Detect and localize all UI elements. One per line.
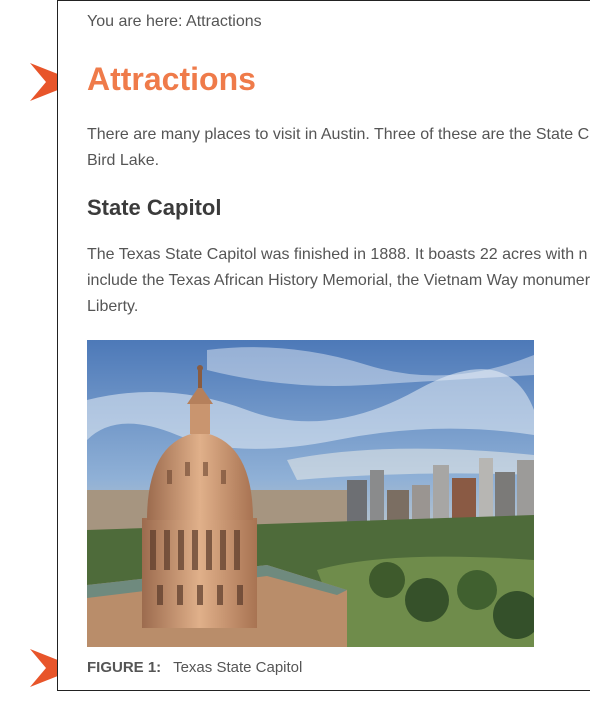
breadcrumb-label: You are here: <box>87 13 183 30</box>
section-title: State Capitol <box>87 195 222 220</box>
page-frame: You are here: Attractions Attractions Th… <box>57 0 590 691</box>
body-line: Liberty. <box>87 298 139 315</box>
page-title: Attractions <box>87 61 256 97</box>
figure-caption-text: Texas State Capitol <box>173 659 303 676</box>
intro-line: There are many places to visit in Austin… <box>87 126 590 143</box>
section-paragraph: The Texas State Capitol was finished in … <box>87 242 590 320</box>
breadcrumb: You are here: Attractions <box>87 13 262 31</box>
capitol-photo <box>87 340 534 647</box>
body-line: include the Texas African History Memori… <box>87 272 590 289</box>
figure-caption: FIGURE 1: Texas State Capitol <box>87 659 302 676</box>
intro-paragraph: There are many places to visit in Austin… <box>87 122 590 174</box>
breadcrumb-current: Attractions <box>186 13 262 30</box>
body-line: The Texas State Capitol was finished in … <box>87 246 588 263</box>
intro-line: Bird Lake. <box>87 152 160 169</box>
figure-label: FIGURE 1: <box>87 659 162 676</box>
